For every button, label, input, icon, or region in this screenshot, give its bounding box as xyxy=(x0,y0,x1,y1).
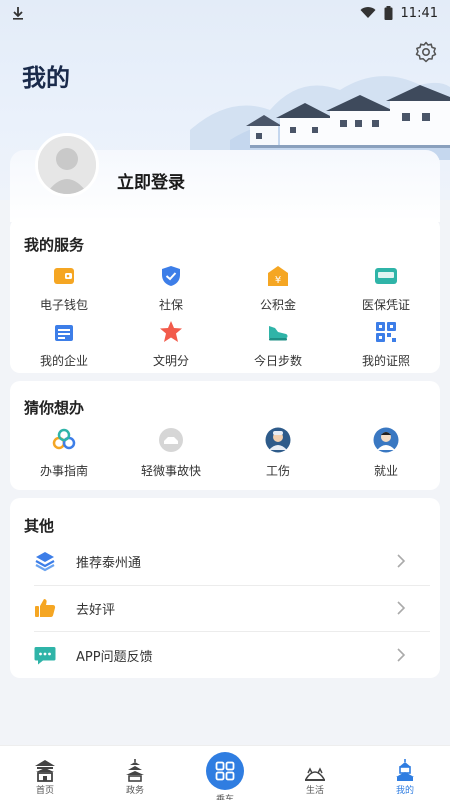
wifi-icon xyxy=(360,7,376,19)
accident-icon xyxy=(159,428,183,452)
service-my-licenses[interactable]: 我的证照 xyxy=(336,320,436,369)
guess-guide[interactable]: 办事指南 xyxy=(14,426,114,479)
tab-mine[interactable]: 我的 xyxy=(360,746,450,796)
thumbs-up-icon xyxy=(35,599,56,617)
guide-icon xyxy=(52,428,76,450)
star-badge-icon xyxy=(160,321,182,342)
svg-text:¥: ¥ xyxy=(275,275,281,286)
other-title: 其他 xyxy=(24,517,55,535)
service-enterprise[interactable]: 我的企业 xyxy=(14,320,114,369)
avatar[interactable] xyxy=(35,133,99,197)
chevron-right-icon xyxy=(397,648,406,662)
tab-government[interactable]: 政务 xyxy=(90,746,180,796)
feedback-icon xyxy=(34,647,56,665)
login-button[interactable]: 立即登录 xyxy=(117,168,185,193)
life-icon xyxy=(305,767,325,781)
shoe-icon xyxy=(269,326,288,341)
service-social-security[interactable]: 社保 xyxy=(121,264,221,313)
guess-work-injury[interactable]: 工伤 xyxy=(228,426,328,479)
status-time: 11:41 xyxy=(400,5,438,21)
battery-icon xyxy=(384,6,393,20)
tab-home[interactable]: 首页 xyxy=(0,746,90,796)
page-title: 我的 xyxy=(22,64,70,92)
my-services-title: 我的服务 xyxy=(24,236,85,254)
default-avatar-icon xyxy=(38,136,96,194)
service-daily-steps[interactable]: 今日步数 xyxy=(228,320,328,369)
qr-code-icon xyxy=(376,322,396,342)
tab-ride[interactable]: 乘车 xyxy=(180,746,270,800)
chevron-right-icon xyxy=(397,601,406,615)
employment-icon xyxy=(373,427,399,453)
list-item-rate[interactable]: 去好评 xyxy=(34,585,430,631)
chevron-right-icon xyxy=(397,554,406,568)
bottom-tab-bar: 首页 政务 乘车 生活 我的 xyxy=(0,745,450,800)
scenery-illustration xyxy=(190,76,450,160)
medical-card-icon xyxy=(375,268,397,284)
service-medical-voucher[interactable]: 医保凭证 xyxy=(336,264,436,313)
enterprise-icon xyxy=(55,325,73,341)
profile-building-icon xyxy=(396,759,414,781)
service-civility-score[interactable]: 文明分 xyxy=(121,320,221,369)
shield-check-icon xyxy=(162,266,180,286)
wallet-icon xyxy=(54,268,74,284)
status-bar: 11:41 xyxy=(0,0,450,26)
guess-employment[interactable]: 就业 xyxy=(336,426,436,479)
list-item-feedback[interactable]: APP问题反馈 xyxy=(34,632,430,678)
guess-title: 猜你想办 xyxy=(24,399,85,417)
service-wallet[interactable]: 电子钱包 xyxy=(14,264,114,313)
tab-life[interactable]: 生活 xyxy=(270,746,360,796)
download-icon xyxy=(13,7,23,20)
house-fund-icon: ¥ xyxy=(268,266,288,286)
list-item-recommend[interactable]: 推荐泰州通 xyxy=(34,538,430,584)
recommend-icon xyxy=(35,552,55,572)
pagoda-icon xyxy=(126,759,144,782)
guess-minor-accident[interactable]: 轻微事故快 xyxy=(121,426,221,479)
injury-icon xyxy=(265,427,291,453)
scan-ride-icon xyxy=(206,752,244,790)
home-building-icon xyxy=(35,760,55,782)
service-housing-fund[interactable]: ¥ 公积金 xyxy=(228,264,328,313)
